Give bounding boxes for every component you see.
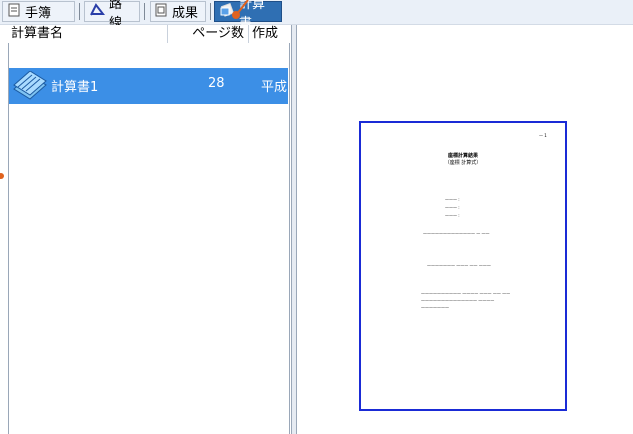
doc-line: ——————— ——— —— ——— [427,263,491,268]
doc-line: ——————— [421,305,449,310]
tab-separator [210,3,211,20]
report-created: 平成 [261,80,288,95]
page-number: — 1 [539,133,547,138]
report-name: 計算書1 [51,80,99,95]
tab-route[interactable]: 路線 [84,0,140,31]
tab-separator [79,3,80,20]
callout-pointer-icon [232,0,249,19]
tab-notebook[interactable]: 手簿 [2,1,75,22]
page-preview[interactable]: — 1 座標計算結果 （座標 計算式） ——— : ——— : ——— : ——… [359,121,567,411]
doc-line: ——— : [445,205,460,210]
doc-line: ————————————— — —— [423,231,490,236]
result-icon [155,3,168,21]
tab-result[interactable]: 成果 [150,1,206,22]
column-header-pages[interactable]: ページ数 [168,25,249,43]
tab-separator [144,3,145,20]
doc-line: ——— : [445,197,460,202]
toolbar: 手簿 路線 成果 計算書 [0,0,633,31]
list-item[interactable]: 計算書1 28 平成 [9,68,288,104]
doc-subtitle: （座標 計算式） [444,160,482,166]
doc-title: 座標計算結果 [447,153,478,159]
tab-label: 手簿 [25,6,52,21]
doc-line: —————————— ———— ——— —— —— [421,291,511,296]
report-page-count: 28 [208,76,225,91]
note-icon [7,3,21,21]
column-header-name[interactable]: 計算書名 [8,25,168,43]
doc-line: —————————————— ———— [421,298,495,303]
doc-line: ——— : [445,213,460,218]
callout-pointer-icon [0,173,4,179]
list-header: 計算書名 ページ数 作成 [8,25,290,44]
book-stack-icon [12,70,48,104]
route-icon [89,2,106,21]
tab-label: 成果 [172,6,199,21]
column-header-created[interactable]: 作成 [249,25,290,43]
